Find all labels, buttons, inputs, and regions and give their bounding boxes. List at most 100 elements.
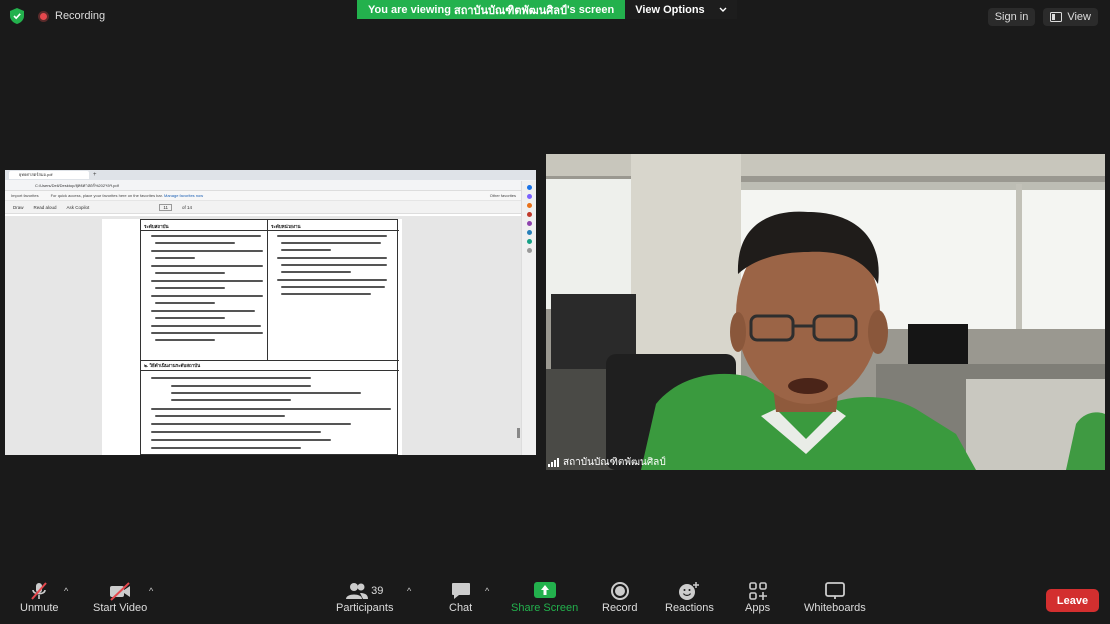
text-line (171, 385, 311, 387)
participant-video-tile[interactable] (546, 154, 1105, 470)
whiteboards-button[interactable]: Whiteboards (804, 580, 866, 614)
leave-label: Leave (1056, 594, 1089, 607)
text-line (155, 272, 225, 274)
text-line (281, 242, 381, 244)
unmute-label: Unmute (20, 602, 59, 614)
video-options-chevron-icon[interactable]: ^ (149, 586, 153, 596)
text-line (281, 286, 385, 288)
view-layout-icon (1050, 12, 1063, 22)
outlook-icon[interactable] (526, 239, 532, 244)
table-column-divider (267, 220, 268, 360)
text-line (151, 423, 351, 425)
shared-screen-view[interactable]: ยุทธศาสตร์สมอ.pdf + C:/Users/Dell/Deskto… (5, 170, 536, 455)
audio-options-chevron-icon[interactable]: ^ (64, 586, 68, 596)
text-line (151, 325, 261, 327)
other-favorites-link[interactable]: Other favorites (490, 193, 516, 198)
text-line (281, 271, 351, 273)
text-line (277, 257, 387, 259)
text-line (281, 293, 371, 295)
text-line (277, 235, 387, 237)
reactions-smiley-icon (679, 582, 700, 600)
copilot-icon[interactable] (526, 185, 532, 190)
participant-name: สถาบันบัณฑิตพัฒนศิลป์ (563, 457, 666, 468)
text-line (155, 317, 225, 319)
pdf-scrollbar-thumb[interactable] (517, 428, 520, 438)
text-line (277, 279, 387, 281)
text-line (171, 399, 291, 401)
participants-label: Participants (336, 602, 394, 614)
recording-indicator[interactable]: Recording (38, 10, 105, 22)
unmute-button[interactable]: Unmute (20, 580, 59, 614)
chat-label: Chat (449, 602, 473, 614)
pdf-page-number[interactable]: 11 (159, 203, 172, 211)
chevron-down-icon (719, 7, 727, 12)
text-line (281, 264, 387, 266)
new-tab-icon[interactable]: + (93, 172, 97, 178)
participant-video-image (546, 154, 1105, 470)
text-line (151, 235, 261, 237)
view-options-button[interactable]: View Options (625, 0, 737, 19)
top-right-controls: Sign in View (987, 8, 1098, 26)
banner-prefix: You are viewing (368, 3, 451, 16)
manage-favorites-link[interactable]: Manage favorites now (164, 193, 203, 198)
import-favorites-link[interactable]: Import favorites (11, 193, 39, 198)
text-line (281, 249, 331, 251)
text-line (151, 250, 263, 252)
recording-label: Recording (55, 10, 106, 22)
office-icon[interactable] (526, 230, 532, 235)
search-icon[interactable] (526, 194, 532, 199)
browser-side-rail (521, 181, 536, 455)
meeting-toolbar: Unmute ^ Start Video ^ 39 Participants ^… (0, 574, 1110, 624)
shopping-icon[interactable] (526, 203, 532, 208)
pdf-page: ระดับสถาบัน ระดับหน่วยงาน ๒. วิธีดำเนินง… (102, 219, 402, 455)
url-text: C:/Users/Dell/Desktop/ยุทธศาสตร์%202ฯลฯ.… (35, 182, 119, 188)
view-button[interactable]: View (1043, 8, 1098, 26)
chat-options-chevron-icon[interactable]: ^ (485, 586, 489, 596)
start-video-button[interactable]: Start Video (93, 580, 147, 614)
table-divider (141, 230, 399, 231)
browser-tab[interactable]: ยุทธศาสตร์สมอ.pdf (9, 171, 89, 179)
participants-options-chevron-icon[interactable]: ^ (407, 586, 411, 596)
start-video-label: Start Video (93, 602, 148, 614)
sign-in-button[interactable]: Sign in (987, 8, 1036, 26)
pdf-viewer-area[interactable]: ระดับสถาบัน ระดับหน่วยงาน ๒. วิธีดำเนินง… (5, 216, 521, 455)
sign-in-label: Sign in (994, 11, 1029, 23)
security-shield-icon[interactable] (10, 8, 24, 24)
participant-name-tag: สถาบันบัณฑิตพัฒนศิลป์ (548, 455, 666, 470)
browser-tab-strip: ยุทธศาสตร์สมอ.pdf + (5, 170, 536, 180)
text-line (151, 408, 391, 410)
record-button[interactable]: Record (602, 580, 637, 614)
reactions-button[interactable]: Reactions (665, 580, 714, 614)
viewing-banner: You are viewing สถาบันบัณฑิตพัฒนศิลป์'s … (357, 0, 737, 19)
text-line (155, 242, 235, 244)
column-head-unit: ระดับหน่วยงาน (271, 224, 301, 229)
pdf-tool-read-aloud[interactable]: Read aloud (34, 205, 57, 210)
tools-icon[interactable] (526, 212, 532, 217)
pdf-tool-ask-copilot[interactable]: Ask Copilot (67, 205, 90, 210)
pdf-toolbar: Draw Read aloud Ask Copilot 11 of 14 (5, 201, 536, 214)
column-head-institute: ระดับสถาบัน (144, 224, 169, 229)
text-line (151, 280, 263, 282)
leave-button[interactable]: Leave (1046, 589, 1099, 612)
text-line (151, 332, 263, 334)
add-icon[interactable] (526, 248, 532, 253)
share-screen-icon (533, 582, 556, 598)
record-dot-icon (38, 10, 49, 22)
pdf-tool-draw[interactable]: Draw (13, 205, 24, 210)
video-off-icon (110, 582, 131, 601)
top-left-status: Recording (10, 8, 105, 24)
view-options-label: View Options (635, 3, 705, 16)
whiteboard-icon (824, 582, 845, 599)
participants-button[interactable]: 39 Participants (336, 580, 393, 614)
section-title: ๒. วิธีดำเนินงานระดับสถาบัน (144, 363, 201, 368)
chat-button[interactable]: Chat (449, 580, 472, 614)
chat-icon (451, 583, 470, 599)
share-screen-button[interactable]: Share Screen (511, 580, 578, 614)
text-line (171, 392, 361, 394)
games-icon[interactable] (526, 221, 532, 226)
text-line (151, 439, 331, 441)
browser-address-bar[interactable]: C:/Users/Dell/Desktop/ยุทธศาสตร์%202ฯลฯ.… (5, 180, 536, 191)
apps-button[interactable]: Apps (745, 580, 770, 614)
text-line (155, 287, 225, 289)
zoom-meeting-window: Recording You are viewing สถาบันบัณฑิตพั… (0, 0, 1110, 624)
